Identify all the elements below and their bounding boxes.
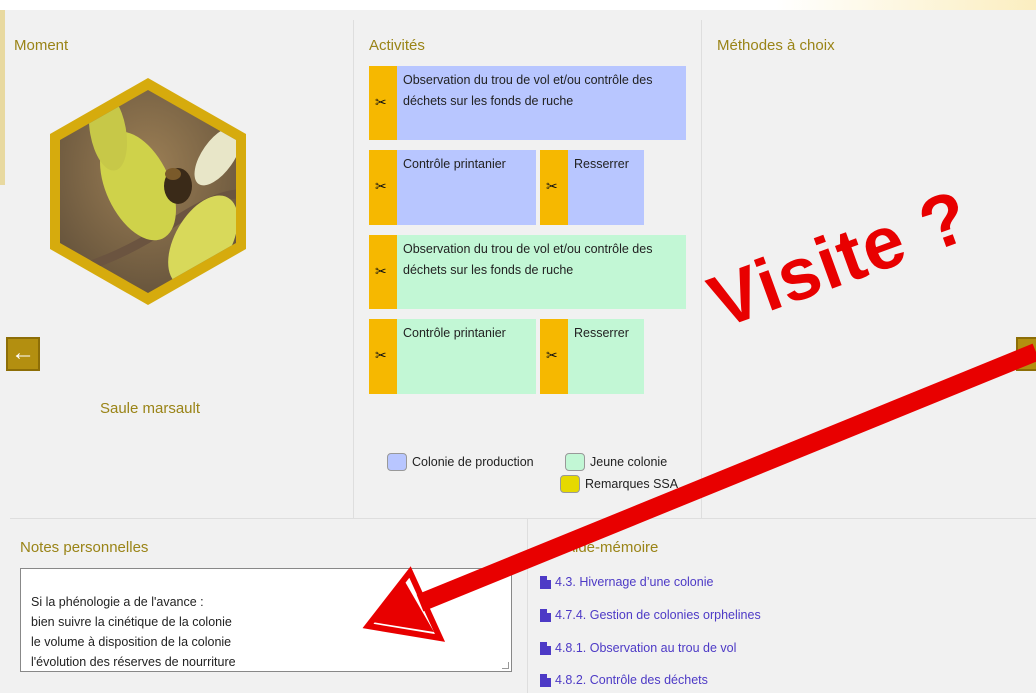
top-bar-glow xyxy=(776,0,1036,10)
notes-textarea[interactable]: Si la phénologie a de l'avance : bien su… xyxy=(20,568,512,672)
legend-label: Colonie de production xyxy=(412,455,534,469)
memo-link[interactable]: 4.8.1. Observation au trou de vol xyxy=(540,641,736,655)
activity-label: Contrôle printanier xyxy=(403,157,506,171)
pdf-icon xyxy=(540,608,551,622)
pdf-icon xyxy=(540,641,551,655)
visit-annotation: Visite ? xyxy=(698,173,981,344)
activity-card[interactable]: ✂ Observation du trou de vol et/ou contr… xyxy=(369,235,686,309)
top-bar xyxy=(0,0,1036,10)
memo-link-label: 4.8.1. Observation au trou de vol xyxy=(555,641,737,655)
tools-icon: ✂ xyxy=(546,178,558,194)
activity-card[interactable]: ✂ Observation du trou de vol et/ou contr… xyxy=(369,66,686,140)
legend-young: Jeune colonie xyxy=(565,453,667,471)
activity-card[interactable]: ✂ Contrôle printanier xyxy=(369,319,536,394)
pdf-icon xyxy=(540,673,551,687)
legend-label: Remarques SSA xyxy=(585,477,679,491)
tools-icon: ✂ xyxy=(546,347,558,363)
activity-card[interactable]: ✂ Resserrer xyxy=(540,150,644,225)
methods-heading: Méthodes à choix xyxy=(717,37,835,54)
activity-label: Resserrer xyxy=(574,326,629,340)
activity-card[interactable]: ✂ Resserrer xyxy=(540,319,644,394)
plant-name: Saule marsault xyxy=(99,400,201,417)
divider xyxy=(527,518,528,693)
memo-link[interactable]: 4.3. Hivernage d’une colonie xyxy=(540,575,713,589)
legend-swatch xyxy=(560,475,580,493)
legend-label: Jeune colonie xyxy=(590,455,668,469)
memo-link[interactable]: 4.8.2. Contrôle des déchets xyxy=(540,673,708,687)
memo-link[interactable]: 4.7.4. Gestion de colonies orphelines xyxy=(540,608,761,622)
legend-remarks: Remarques SSA xyxy=(560,475,678,493)
divider xyxy=(10,518,1036,519)
legend-production: Colonie de production xyxy=(387,453,534,471)
memo-link-label: 4.7.4. Gestion de colonies orphelines xyxy=(555,608,761,622)
arrow-left-icon: ← xyxy=(11,339,35,366)
pdf-icon xyxy=(540,575,551,589)
activities-heading: Activités xyxy=(369,37,425,54)
activity-label: Observation du trou de vol et/ou contrôl… xyxy=(403,73,653,108)
activity-label: Resserrer xyxy=(574,157,629,171)
moment-heading: Moment xyxy=(14,37,69,54)
activity-card[interactable]: ✂ Contrôle printanier xyxy=(369,150,536,225)
memo-link-label: 4.3. Hivernage d’une colonie xyxy=(555,575,714,589)
tools-icon: ✂ xyxy=(375,347,387,363)
plant-image xyxy=(48,76,248,307)
tools-icon: ✂ xyxy=(375,178,387,194)
prev-button[interactable]: ← xyxy=(6,337,40,371)
notes-text: Si la phénologie a de l'avance : bien su… xyxy=(31,595,236,669)
activity-label: Observation du trou de vol et/ou contrôl… xyxy=(403,242,653,277)
notes-heading: Notes personnelles xyxy=(20,539,149,556)
legend-swatch xyxy=(387,453,407,471)
memo-heading: Aide-mémoire xyxy=(565,539,659,556)
resize-handle-icon[interactable] xyxy=(502,662,509,669)
gold-edge xyxy=(0,10,5,185)
memo-link-label: 4.8.2. Contrôle des déchets xyxy=(555,673,708,687)
divider xyxy=(353,20,354,518)
arrow-right-icon: → xyxy=(1019,339,1036,366)
legend-swatch xyxy=(565,453,585,471)
next-button[interactable]: → xyxy=(1016,337,1036,371)
tools-icon: ✂ xyxy=(375,94,387,110)
activity-label: Contrôle printanier xyxy=(403,326,506,340)
tools-icon: ✂ xyxy=(375,263,387,279)
